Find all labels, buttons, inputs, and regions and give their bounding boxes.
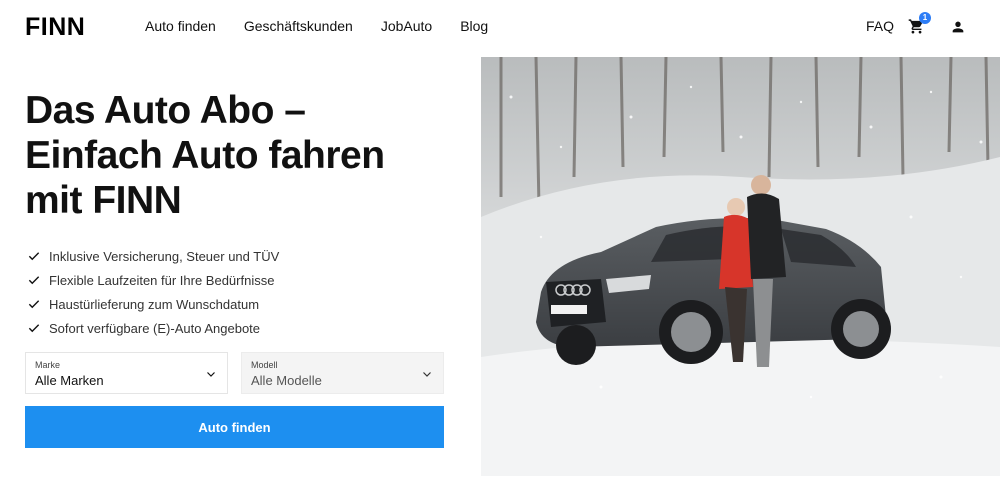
hero-title-line-2: Einfach Auto fahren	[25, 134, 385, 177]
main-nav: Auto finden Geschäftskunden JobAuto Blog	[145, 18, 516, 34]
cart-button[interactable]: 1	[908, 12, 931, 36]
feature-item: Flexible Laufzeiten für Ihre Bedürfnisse	[27, 268, 279, 292]
feature-item: Inklusive Versicherung, Steuer und TÜV	[27, 244, 279, 268]
account-button[interactable]	[950, 19, 966, 35]
site-header: FINN Auto finden Geschäftskunden JobAuto…	[0, 0, 1000, 54]
brand-select-label: Marke	[35, 360, 61, 370]
feature-list: Inklusive Versicherung, Steuer und TÜV F…	[27, 244, 279, 340]
chevron-down-icon	[423, 372, 431, 377]
model-select-label: Modell	[251, 360, 278, 370]
nav-link-auto-finden[interactable]: Auto finden	[145, 18, 216, 34]
feature-text: Sofort verfügbare (E)-Auto Angebote	[49, 320, 261, 336]
feature-text: Haustürlieferung zum Wunschdatum	[49, 296, 260, 312]
checkmark-icon	[28, 324, 40, 333]
feature-item: Haustürlieferung zum Wunschdatum	[27, 292, 279, 316]
user-icon	[952, 21, 964, 33]
feature-text: Flexible Laufzeiten für Ihre Bedürfnisse	[49, 272, 275, 288]
model-select[interactable]: Modell Alle Modelle	[241, 352, 444, 394]
brand-select[interactable]: Marke Alle Marken	[25, 352, 228, 394]
hero-title-line-1: Das Auto Abo –	[25, 89, 306, 132]
model-select-value: Alle Modelle	[251, 373, 322, 388]
feature-item: Sofort verfügbare (E)-Auto Angebote	[27, 316, 279, 340]
hero-image	[481, 57, 1000, 476]
hero-photo-snow-car	[481, 57, 1000, 476]
cart-count-badge: 1	[919, 12, 931, 24]
checkmark-icon	[28, 300, 40, 309]
hero-title-line-3: mit FINN	[25, 179, 182, 222]
brand-select-value: Alle Marken	[35, 373, 104, 388]
checkmark-icon	[28, 252, 40, 261]
hero-title: Das Auto Abo – Einfach Auto fahren mit F…	[25, 88, 465, 223]
find-car-button[interactable]: Auto finden	[25, 406, 444, 448]
faq-link[interactable]: FAQ	[866, 18, 894, 34]
chevron-down-icon	[207, 372, 215, 377]
nav-link-jobauto[interactable]: JobAuto	[381, 18, 432, 34]
checkmark-icon	[28, 276, 40, 285]
nav-link-geschaeftskunden[interactable]: Geschäftskunden	[244, 18, 353, 34]
nav-link-blog[interactable]: Blog	[460, 18, 488, 34]
feature-text: Inklusive Versicherung, Steuer und TÜV	[49, 248, 280, 264]
finn-logo[interactable]: FINN	[25, 13, 85, 42]
